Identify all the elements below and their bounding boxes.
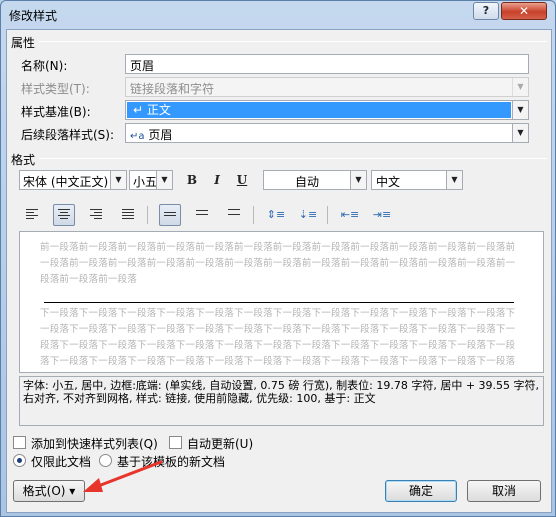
font-color-select[interactable]: 自动 ▼ [263, 170, 367, 190]
chevron-down-icon: ▼ [110, 171, 126, 189]
align-center-icon[interactable] [53, 204, 75, 226]
decrease-spacing-icon[interactable]: ⇣≡ [297, 204, 319, 226]
next-style-label: 后续段落样式(S): [21, 128, 115, 142]
align-left-icon[interactable] [21, 204, 43, 226]
ok-button[interactable]: 确定 [385, 480, 457, 502]
increase-spacing-icon[interactable]: ⇕≡ [265, 204, 287, 226]
name-field[interactable]: 页眉 [125, 54, 529, 74]
double-spacing-icon[interactable] [223, 204, 245, 226]
format-heading: 格式 [11, 153, 36, 167]
auto-update-checkbox[interactable] [169, 436, 182, 449]
based-on-selection: ↵ 正文 [127, 102, 511, 118]
language-value: 中文 [376, 175, 401, 189]
format-button-label: 格式(O) [22, 484, 66, 498]
next-style-value: 页眉 [148, 128, 173, 142]
chevron-down-icon: ▼ [512, 78, 528, 96]
linked-style-icon: ↵a [130, 131, 145, 142]
style-description: 字体: 小五, 居中, 边框:底端: (单实线, 自动设置, 0.75 磅 行宽… [19, 376, 544, 426]
previous-paragraph-text: 前一段落前一段落前一段落前一段落前一段落前一段落前一段落前一段落前一段落前一段落… [40, 242, 516, 285]
toolbar-separator [253, 206, 254, 224]
dialog-title: 修改样式 [9, 9, 58, 23]
next-paragraph-text: 下一段落下一段落下一段落下一段落下一段落下一段落下一段落下一段落下一段落下一段落… [40, 308, 516, 367]
style-preview: 前一段落前一段落前一段落前一段落前一段落前一段落前一段落前一段落前一段落前一段落… [19, 231, 544, 373]
dialog-window: 修改样式 ? ✕ 属性 名称(N): 页眉 样式类型(T): 链接段落和字符 ▼… [0, 0, 556, 517]
based-on-label: 样式基准(B): [21, 105, 91, 119]
auto-update-label: 自动更新(U) [187, 437, 254, 451]
chevron-down-icon: ▼ [350, 171, 366, 189]
dialog-body: 属性 名称(N): 页眉 样式类型(T): 链接段落和字符 ▼ 样式基准(B):… [6, 29, 552, 513]
font-select[interactable]: 宋体 (中文正文) ▼ [19, 170, 127, 190]
paragraph-style-icon: ↵ [133, 103, 144, 117]
justify-icon[interactable] [117, 204, 139, 226]
decrease-indent-icon[interactable]: ⇤≡ [339, 204, 361, 226]
style-type-value: 链接段落和字符 [130, 82, 215, 96]
one-half-spacing-icon[interactable] [191, 204, 213, 226]
format-divider [39, 158, 547, 159]
single-spacing-icon[interactable] [159, 204, 181, 226]
format-menu-button[interactable]: 格式(O) ▾ [13, 480, 85, 502]
toolbar-separator [147, 206, 148, 224]
quick-style-label: 添加到快速样式列表(Q) [31, 437, 158, 451]
toolbar-separator [327, 206, 328, 224]
chevron-down-icon: ▾ [69, 484, 76, 498]
align-right-icon[interactable] [85, 204, 107, 226]
border-line [44, 302, 514, 303]
based-on-select[interactable]: ↵ 正文 ▼ [125, 100, 529, 120]
based-on-value: 正文 [146, 103, 171, 117]
font-size-select[interactable]: 小五 ▼ [129, 170, 173, 190]
language-select[interactable]: 中文 ▼ [371, 170, 463, 190]
this-document-radio[interactable] [13, 454, 26, 467]
chevron-down-icon: ▼ [156, 171, 172, 189]
quick-style-checkbox[interactable] [13, 436, 26, 449]
cancel-button[interactable]: 取消 [467, 480, 541, 502]
properties-divider [39, 41, 547, 42]
increase-indent-icon[interactable]: ⇥≡ [371, 204, 393, 226]
next-style-select[interactable]: ↵a 页眉 ▼ [125, 123, 529, 143]
style-type-select[interactable]: 链接段落和字符 ▼ [125, 77, 529, 97]
name-value: 页眉 [130, 59, 155, 73]
annotation-arrow-icon [83, 460, 163, 492]
underline-button[interactable]: U [231, 169, 253, 191]
close-button[interactable]: ✕ [501, 2, 547, 20]
help-button[interactable]: ? [473, 2, 499, 20]
font-value: 宋体 (中文正文) [23, 175, 109, 189]
properties-heading: 属性 [11, 36, 36, 50]
style-type-label: 样式类型(T): [21, 82, 90, 96]
chevron-down-icon: ▼ [512, 124, 528, 142]
name-label: 名称(N): [21, 59, 68, 73]
font-size-value: 小五 [133, 175, 158, 189]
chevron-down-icon: ▼ [446, 171, 462, 189]
chevron-down-icon: ▼ [512, 101, 528, 119]
bold-button[interactable]: B [181, 169, 203, 191]
italic-button[interactable]: I [206, 169, 228, 191]
font-color-value: 自动 [294, 175, 319, 189]
